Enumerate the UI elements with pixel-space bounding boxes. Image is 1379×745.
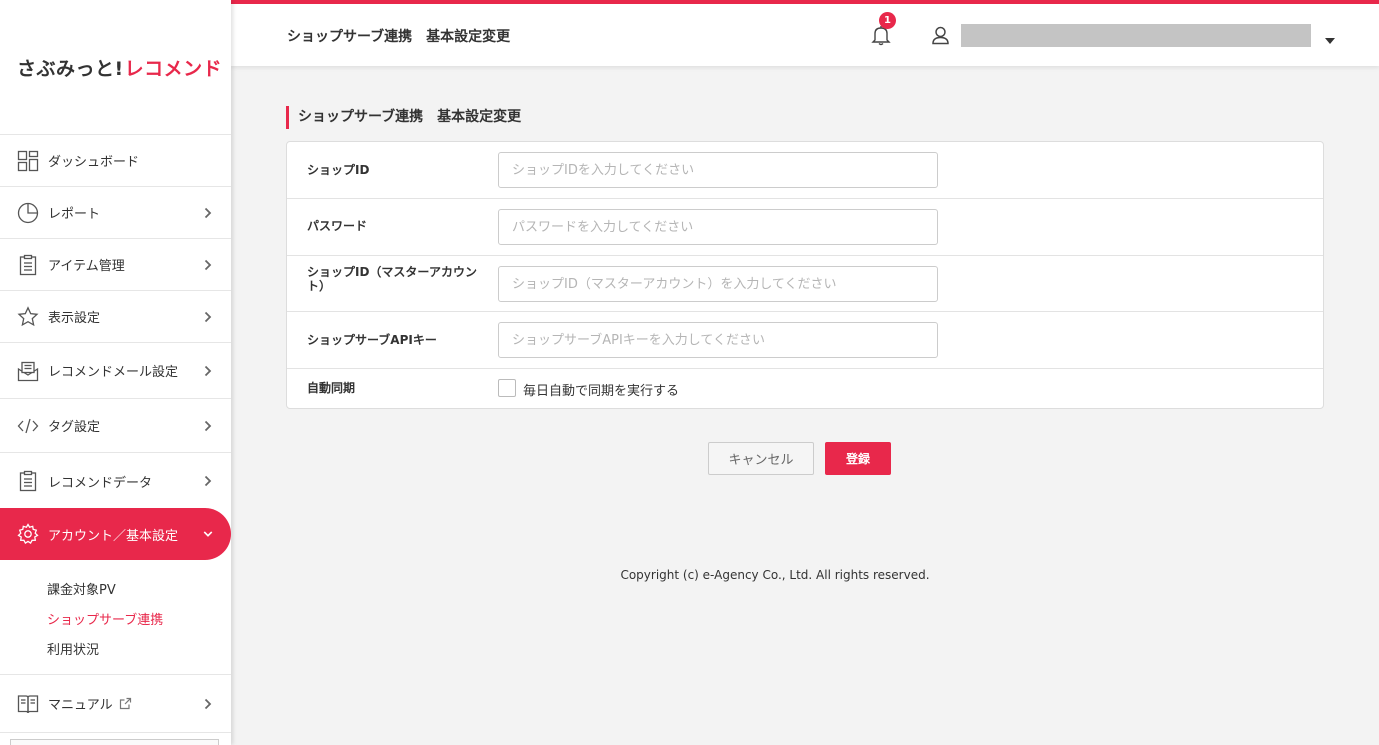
shop-id-label: ショップID <box>307 163 370 177</box>
sidebar-item-label: アカウント／基本設定 <box>48 528 179 544</box>
master-id-input[interactable] <box>498 266 938 302</box>
clipboard-icon <box>17 254 39 276</box>
logo-text-primary: さぶみっと! <box>17 57 124 80</box>
form-row-auto-sync: 自動同期 毎日自動で同期を実行する <box>287 369 1323 408</box>
cancel-button[interactable]: キャンセル <box>708 442 814 475</box>
clipboard-icon <box>17 470 39 492</box>
sidebar-item-tag-settings[interactable]: タグ設定 <box>0 399 231 453</box>
auto-sync-checkbox[interactable] <box>498 379 516 397</box>
mail-icon <box>17 360 39 382</box>
section-title: ショップサーブ連携 基本設定変更 <box>286 106 521 129</box>
star-icon <box>17 305 39 328</box>
chevron-right-icon <box>203 311 213 323</box>
gear-icon <box>17 523 39 545</box>
sidebar-item-manual[interactable]: マニュアル <box>0 675 231 733</box>
code-icon <box>17 415 39 437</box>
password-input[interactable] <box>498 209 938 245</box>
sidebar-item-report[interactable]: レポート <box>0 187 231 239</box>
app-logo[interactable]: さぶみっと! レコメンド <box>0 0 231 134</box>
chevron-right-icon <box>203 475 213 487</box>
form-row-shop-id: ショップID <box>287 142 1323 199</box>
password-label: パスワード <box>307 219 368 233</box>
footer: Copyright (c) e-Agency Co., Ltd. All rig… <box>231 568 1379 582</box>
submit-button[interactable]: 登録 <box>825 442 891 475</box>
user-icon[interactable] <box>931 25 950 45</box>
submenu-item-billing-pv[interactable]: 課金対象PV <box>47 576 231 606</box>
shop-id-input[interactable] <box>498 152 938 188</box>
copyright-text: Copyright (c) e-Agency Co., Ltd. All rig… <box>620 568 930 582</box>
api-key-input[interactable] <box>498 322 938 358</box>
sidebar-item-recommend-data[interactable]: レコメンドデータ <box>0 453 231 509</box>
sidebar-item-label: レコメンドメール設定 <box>48 365 179 380</box>
dashboard-icon <box>17 150 39 172</box>
external-link-icon <box>119 697 132 710</box>
sidebar-item-label: レポート <box>48 207 101 222</box>
sidebar-item-label: 表示設定 <box>48 311 101 326</box>
sidebar-item-recommend-mail[interactable]: レコメンドメール設定 <box>0 343 231 399</box>
master-id-label: ショップID（マスターアカウント） <box>307 265 477 293</box>
submenu-item-usage[interactable]: 利用状況 <box>47 636 231 666</box>
sidebar-item-display-settings[interactable]: 表示設定 <box>0 291 231 343</box>
book-icon <box>17 693 39 715</box>
sidebar-nav: ダッシュボード レポート アイテム管理 表示設定 レコメンドメール設定 タグ設定… <box>0 134 231 733</box>
sidebar-item-label: アイテム管理 <box>48 259 125 274</box>
form-row-api-key: ショップサーブAPIキー <box>287 312 1323 369</box>
sidebar-banner[interactable] <box>10 739 219 745</box>
page-title: ショップサーブ連携 基本設定変更 <box>287 29 511 45</box>
header-accent-line <box>231 0 1379 4</box>
sidebar-item-label: タグ設定 <box>48 420 101 435</box>
auto-sync-label: 自動同期 <box>307 381 356 395</box>
sidebar-item-label: ダッシュボード <box>48 155 140 170</box>
submenu-item-shopserve[interactable]: ショップサーブ連携 <box>47 606 231 636</box>
sidebar-item-label: レコメンドデータ <box>48 475 153 491</box>
account-submenu: 課金対象PV ショップサーブ連携 利用状況 <box>0 560 231 675</box>
sidebar-item-account-settings[interactable]: アカウント／基本設定 <box>0 508 231 560</box>
sidebar: さぶみっと! レコメンド ダッシュボード レポート アイテム管理 表示設定 レコ… <box>0 0 231 745</box>
user-name-redacted[interactable] <box>961 24 1311 47</box>
form-row-password: パスワード <box>287 199 1323 256</box>
caret-down-icon[interactable] <box>1324 31 1336 44</box>
shopserve-settings-form: ショップID パスワード ショップID（マスターアカウント） ショップサーブAP… <box>286 141 1324 409</box>
pie-chart-icon <box>17 202 39 224</box>
logo-text-accent: レコメンド <box>124 57 223 80</box>
chevron-right-icon <box>203 698 213 710</box>
sidebar-item-dashboard[interactable]: ダッシュボード <box>0 135 231 187</box>
chevron-down-icon <box>203 528 213 540</box>
api-key-label: ショップサーブAPIキー <box>307 333 437 347</box>
chevron-right-icon <box>203 420 213 432</box>
sidebar-item-label: マニュアル <box>48 698 113 713</box>
auto-sync-checkbox-label[interactable]: 毎日自動で同期を実行する <box>523 380 679 399</box>
chevron-right-icon <box>203 207 213 219</box>
notification-badge: 1 <box>879 12 896 29</box>
chevron-right-icon <box>203 259 213 271</box>
chevron-right-icon <box>203 365 213 377</box>
form-row-master-id: ショップID（マスターアカウント） <box>287 256 1323 312</box>
top-header: ショップサーブ連携 基本設定変更 1 <box>231 4 1379 66</box>
sidebar-item-item-management[interactable]: アイテム管理 <box>0 239 231 291</box>
